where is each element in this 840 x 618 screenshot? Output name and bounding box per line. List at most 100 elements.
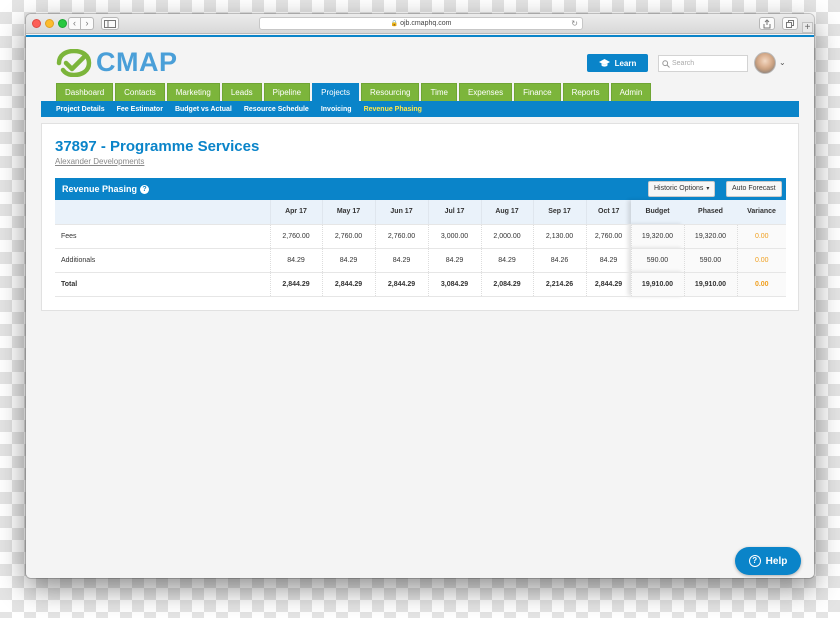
variance-cell: 0.00 xyxy=(736,248,786,273)
column-header: Budget xyxy=(631,200,684,225)
minimize-window-button[interactable] xyxy=(45,19,54,28)
subnav-fee-estimator[interactable]: Fee Estimator xyxy=(117,106,163,113)
subnav-revenue-phasing[interactable]: Revenue Phasing xyxy=(364,106,422,113)
column-header: Apr 17 xyxy=(269,200,322,225)
month-cell[interactable]: 84.29 xyxy=(427,248,481,273)
variance-cell: 0.00 xyxy=(736,224,786,249)
nav-tab-leads[interactable]: Leads xyxy=(221,83,262,101)
nav-tab-finance[interactable]: Finance xyxy=(514,83,561,101)
help-button[interactable]: ? Help xyxy=(735,547,801,575)
forward-button[interactable]: › xyxy=(81,17,94,30)
column-header: May 17 xyxy=(321,200,375,225)
nav-tab-expenses[interactable]: Expenses xyxy=(458,83,513,101)
column-header: Aug 17 xyxy=(480,200,533,225)
auto-forecast-button[interactable]: Auto Forecast xyxy=(726,181,782,197)
revenue-phasing-table: Apr 17 May 17 Jun 17 Jul 17 Aug 17 Sep 1… xyxy=(55,200,786,297)
question-mark-icon: ? xyxy=(748,555,761,567)
back-button[interactable]: ‹ xyxy=(68,17,81,30)
nav-tab-resourcing[interactable]: Resourcing xyxy=(361,83,420,101)
subnav-budget-vs-actual[interactable]: Budget vs Actual xyxy=(175,106,232,113)
column-header: Variance xyxy=(737,200,786,225)
row-label: Fees xyxy=(55,224,270,249)
user-menu-chevron-down-icon[interactable]: ⌄ xyxy=(779,58,786,67)
user-avatar[interactable] xyxy=(754,52,776,74)
budget-cell: 590.00 xyxy=(630,248,684,273)
cmap-logo[interactable]: CMAP xyxy=(56,47,178,78)
help-label: Help xyxy=(765,555,788,567)
tabs-overview-icon[interactable] xyxy=(782,17,798,30)
month-cell[interactable]: 84.29 xyxy=(585,248,631,273)
new-tab-button[interactable]: + xyxy=(802,22,813,33)
subnav-project-details[interactable]: Project Details xyxy=(56,106,105,113)
month-cell[interactable]: 84.29 xyxy=(269,248,322,273)
history-buttons: ‹ › xyxy=(68,17,94,30)
nav-tab-pipeline[interactable]: Pipeline xyxy=(263,83,311,101)
month-cell[interactable]: 84.29 xyxy=(480,248,533,273)
revenue-phasing-header: Revenue Phasing ? Historic Options ▾ Auto… xyxy=(55,178,786,200)
month-cell[interactable]: 84.29 xyxy=(321,248,375,273)
nav-tab-time[interactable]: Time xyxy=(421,83,457,101)
month-cell[interactable]: 2,000.00 xyxy=(480,224,533,249)
nav-tab-marketing[interactable]: Marketing xyxy=(166,83,220,101)
nav-tab-projects[interactable]: Projects xyxy=(312,83,360,101)
close-window-button[interactable] xyxy=(32,19,41,28)
subnav-invoicing[interactable]: Invoicing xyxy=(321,106,352,113)
lock-icon: 🔒 xyxy=(390,21,399,27)
column-header: Sep 17 xyxy=(532,200,586,225)
total-row: Total 2,844.29 2,844.29 2,844.29 3,084.2… xyxy=(55,272,786,297)
month-cell[interactable]: 2,130.00 xyxy=(532,224,586,249)
search-placeholder: Search xyxy=(672,60,695,67)
column-header: Jul 17 xyxy=(427,200,481,225)
month-cell[interactable]: 2,760.00 xyxy=(321,224,375,249)
learn-button[interactable]: Learn xyxy=(587,54,648,72)
month-total-cell: 2,844.29 xyxy=(585,272,631,297)
month-total-cell: 2,214.26 xyxy=(532,272,586,297)
main-nav: Dashboard Contacts Marketing Leads Pipel… xyxy=(56,83,652,101)
subnav-resource-schedule[interactable]: Resource Schedule xyxy=(244,106,309,113)
reload-icon[interactable]: ↻ xyxy=(571,18,578,29)
project-panel: 37897 - Programme Services Alexander Dev… xyxy=(41,123,799,311)
zoom-window-button[interactable] xyxy=(58,19,67,28)
month-cell[interactable]: 2,760.00 xyxy=(269,224,322,249)
cmap-app: CMAP Learn Search ⌄ Dashboard Contacts M… xyxy=(26,35,814,578)
logo-text: CMAP xyxy=(96,47,178,77)
nav-tab-reports[interactable]: Reports xyxy=(562,83,609,101)
nav-tab-admin[interactable]: Admin xyxy=(610,83,652,101)
table-row: Fees 2,760.00 2,760.00 2,760.00 3,000.00… xyxy=(55,224,786,249)
info-icon[interactable]: ? xyxy=(140,184,150,194)
search-icon xyxy=(662,59,670,68)
nav-tab-dashboard[interactable]: Dashboard xyxy=(56,83,114,101)
month-cell[interactable]: 2,760.00 xyxy=(585,224,631,249)
nav-tab-contacts[interactable]: Contacts xyxy=(115,83,165,101)
column-header xyxy=(55,200,270,225)
column-header: Phased xyxy=(684,200,737,225)
phased-cell: 590.00 xyxy=(683,248,737,273)
month-cell[interactable]: 84.26 xyxy=(532,248,586,273)
window-controls xyxy=(32,19,67,28)
historic-options-button[interactable]: Historic Options ▾ xyxy=(648,181,716,197)
month-cell[interactable]: 84.29 xyxy=(374,248,428,273)
month-cell[interactable]: 2,760.00 xyxy=(374,224,428,249)
month-total-cell: 2,084.29 xyxy=(480,272,533,297)
url-text: ojb.cmaphq.com xyxy=(400,20,452,27)
search-input[interactable]: Search xyxy=(658,55,748,72)
project-sub-nav: Project Details Fee Estimator Budget vs … xyxy=(41,101,799,117)
browser-titlebar: ‹ › 🔒 ojb.cmaphq.com ↻ + xyxy=(26,14,814,34)
month-total-cell: 3,084.29 xyxy=(427,272,481,297)
address-bar[interactable]: 🔒 ojb.cmaphq.com ↻ xyxy=(259,17,583,30)
column-header: Oct 17 xyxy=(585,200,631,225)
client-link[interactable]: Alexander Developments xyxy=(55,157,144,166)
table-row: Additionals 84.29 84.29 84.29 84.29 84.2… xyxy=(55,248,786,273)
row-label: Total xyxy=(55,272,270,297)
browser-toolbar-right xyxy=(759,17,798,30)
share-icon[interactable] xyxy=(759,17,775,30)
column-header: Jun 17 xyxy=(374,200,428,225)
budget-cell: 19,320.00 xyxy=(630,224,684,249)
sidebar-toggle-icon[interactable] xyxy=(101,17,119,30)
historic-options-label: Historic Options xyxy=(654,185,704,192)
table-header-row: Apr 17 May 17 Jun 17 Jul 17 Aug 17 Sep 1… xyxy=(55,200,786,225)
phased-cell: 19,910.00 xyxy=(683,272,737,297)
month-cell[interactable]: 3,000.00 xyxy=(427,224,481,249)
caret-down-icon: ▾ xyxy=(706,186,710,192)
variance-cell: 0.00 xyxy=(736,272,786,297)
